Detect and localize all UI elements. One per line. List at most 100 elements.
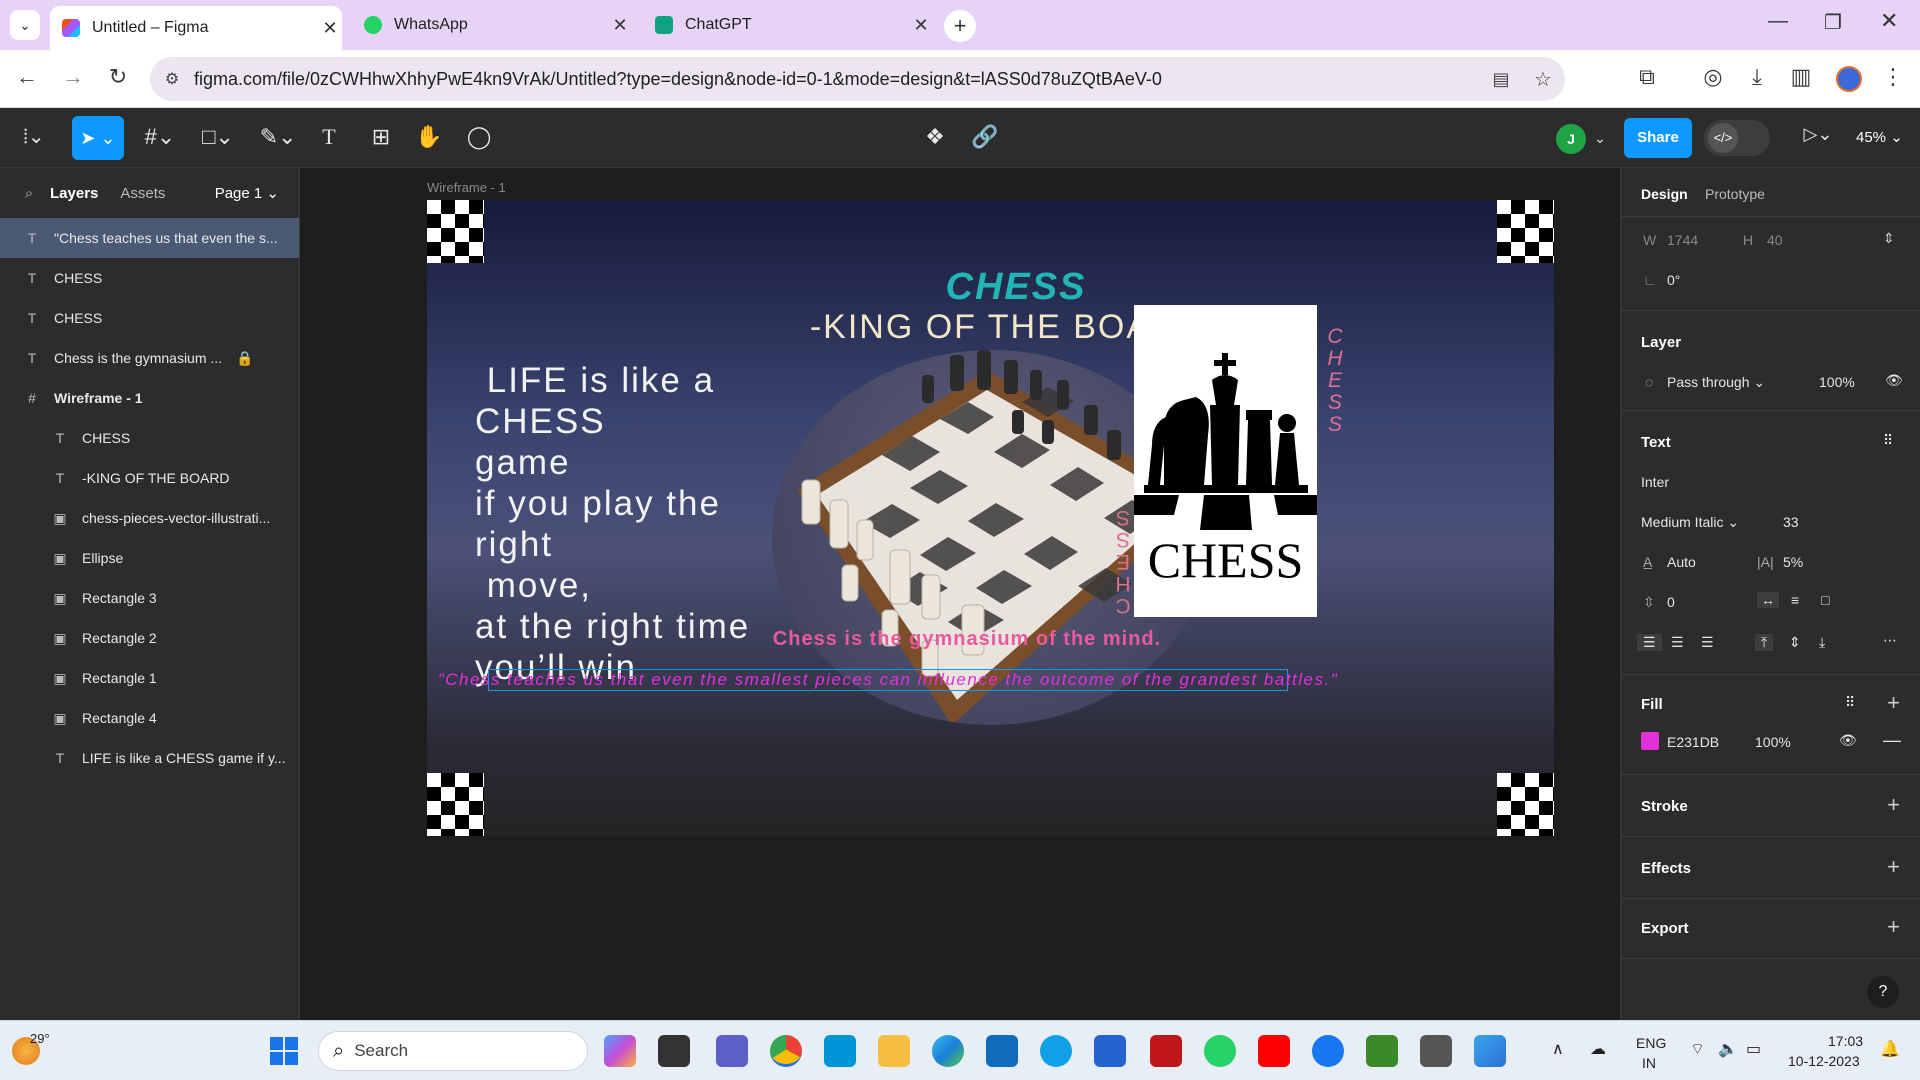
add-fill-icon[interactable]: +	[1887, 690, 1900, 716]
clipboard-icon[interactable]: ▤	[1481, 69, 1521, 90]
file-explorer-app-icon[interactable]	[878, 1035, 910, 1067]
frame-tool-icon[interactable]: #⌄	[140, 124, 180, 150]
auto-width-icon[interactable]: ↔	[1757, 592, 1779, 608]
hand-tool-icon[interactable]: ✋	[414, 124, 444, 150]
link-icon[interactable]: 🔗	[970, 124, 1000, 150]
pen-tool-icon[interactable]: ✎⌄	[258, 124, 298, 150]
component-icon[interactable]: ❖	[920, 124, 950, 150]
resources-tool-icon[interactable]: ⊞	[366, 124, 396, 150]
forward-arrow-icon[interactable]: →	[58, 64, 88, 90]
wifi-icon[interactable]: ⌔	[1690, 1039, 1705, 1059]
close-window-icon[interactable]: ✕	[1880, 8, 1898, 34]
layer-row[interactable]: T -KING OF THE BOARD	[0, 458, 299, 498]
fill-styles-icon[interactable]: ⠿	[1845, 694, 1855, 711]
remove-fill-icon[interactable]: —	[1883, 730, 1901, 751]
checker-square-top-right[interactable]	[1497, 200, 1554, 263]
layer-row[interactable]: T CHESS	[0, 418, 299, 458]
vertical-chess-text-left-rotated[interactable]: CHESS	[1111, 506, 1135, 617]
site-settings-icon[interactable]: ⚙	[150, 69, 194, 89]
dev-mode-toggle[interactable]: </>	[1704, 120, 1770, 156]
layer-row[interactable]: T LIFE is like a CHESS game if y...	[0, 738, 299, 778]
height-field[interactable]: 40	[1767, 232, 1783, 248]
minimize-window-icon[interactable]: —	[1768, 10, 1788, 33]
bookmark-star-icon[interactable]: ☆	[1521, 67, 1565, 92]
youtube-app-icon[interactable]	[1258, 1035, 1290, 1067]
constrain-proportions-icon[interactable]: ⇕	[1883, 230, 1895, 247]
checker-square-top-left[interactable]	[427, 200, 484, 263]
wireframe-frame[interactable]: CHESS -KING OF THE BOARD LIFE is like aC…	[427, 200, 1554, 836]
new-tab-button[interactable]: +	[944, 10, 976, 42]
shape-tool-icon[interactable]: □⌄	[198, 124, 238, 150]
font-size-field[interactable]: 33	[1783, 514, 1799, 530]
tab-design[interactable]: Design	[1641, 186, 1688, 202]
lock-icon[interactable]: 🔒	[236, 350, 253, 367]
browser-menu-icon[interactable]: ⋮	[1878, 64, 1908, 90]
fill-hex-field[interactable]: E231DB	[1667, 734, 1719, 750]
reload-icon[interactable]: ↻	[103, 64, 133, 90]
tab-list-dropdown-button[interactable]: ⌄	[10, 10, 40, 40]
line-height-field[interactable]: Auto	[1667, 554, 1696, 570]
chrome-app-icon[interactable]	[770, 1035, 802, 1067]
tray-overflow-icon[interactable]: ∧	[1552, 1039, 1564, 1059]
align-top-icon[interactable]: ⤒	[1755, 634, 1774, 651]
tab-figma[interactable]: Untitled – Figma ✕	[50, 6, 342, 50]
close-tab-icon[interactable]: ✕	[909, 15, 933, 36]
paragraph-spacing-field[interactable]: 0	[1667, 594, 1675, 610]
battery-icon[interactable]: ▭	[1746, 1039, 1761, 1059]
back-arrow-icon[interactable]: ←	[12, 64, 42, 90]
volume-icon[interactable]: 🔈	[1718, 1039, 1738, 1059]
store-app-icon[interactable]	[986, 1035, 1018, 1067]
layer-row[interactable]: T CHESS	[0, 258, 299, 298]
performance-icon[interactable]: ◎	[1698, 64, 1728, 90]
gymnasium-text[interactable]: Chess is the gymnasium of the mind.	[717, 628, 1217, 651]
add-export-icon[interactable]: +	[1887, 914, 1900, 940]
download-icon[interactable]: ⤓	[1742, 64, 1772, 90]
layer-row[interactable]: ▣ Ellipse	[0, 538, 299, 578]
quote-text-selected[interactable]: "Chess teaches us that even the smallest…	[438, 669, 1337, 691]
layer-row[interactable]: ▣ Rectangle 4	[0, 698, 299, 738]
restore-window-icon[interactable]: ❐	[1824, 10, 1842, 35]
tab-layers[interactable]: Layers	[50, 185, 98, 202]
frame-label[interactable]: Wireframe - 1	[427, 180, 506, 195]
lang-in[interactable]: IN	[1642, 1055, 1656, 1071]
taskbar-search-box[interactable]: ⌕ Search	[318, 1031, 588, 1071]
page-selector[interactable]: Page 1 ⌄	[215, 184, 279, 202]
layer-row[interactable]: T Chess is the gymnasium ... 🔒	[0, 338, 299, 378]
layer-row[interactable]: ▣ Rectangle 1	[0, 658, 299, 698]
close-tab-icon[interactable]: ✕	[318, 18, 342, 39]
rotation-field[interactable]: 0°	[1667, 272, 1680, 288]
figma-main-menu-icon[interactable]: ⦙⌄	[14, 124, 54, 149]
network-tray-icon[interactable]: ☁	[1590, 1039, 1606, 1059]
layer-opacity-field[interactable]: 100%	[1819, 374, 1855, 390]
lang-eng[interactable]: ENG	[1636, 1035, 1666, 1051]
vertical-chess-text-right[interactable]: CHESS	[1323, 326, 1347, 436]
extensions-icon[interactable]: ⧉	[1632, 64, 1662, 90]
skype-app-icon[interactable]	[1040, 1035, 1072, 1067]
search-icon[interactable]: ⌕	[14, 185, 44, 202]
teams-app-icon[interactable]	[716, 1035, 748, 1067]
taskview-app-icon[interactable]	[658, 1035, 690, 1067]
blend-mode-select[interactable]: Pass through ⌄	[1667, 374, 1765, 391]
clock-date[interactable]: 10-12-2023	[1788, 1053, 1860, 1069]
tab-prototype[interactable]: Prototype	[1705, 186, 1765, 202]
add-stroke-icon[interactable]: +	[1887, 792, 1900, 818]
tab-chatgpt[interactable]: ChatGPT ✕	[643, 8, 933, 42]
add-effect-icon[interactable]: +	[1887, 854, 1900, 880]
font-style-select[interactable]: Medium Italic ⌄	[1641, 514, 1739, 531]
align-bottom-icon[interactable]: ⤓	[1819, 634, 1825, 651]
notification-bell-icon[interactable]: 🔔	[1880, 1039, 1900, 1059]
clock-time[interactable]: 17:03	[1828, 1033, 1863, 1049]
layer-row[interactable]: ▣ Rectangle 2	[0, 618, 299, 658]
profile-avatar[interactable]	[1836, 66, 1862, 92]
url-bar[interactable]: ⚙ figma.com/file/0zCWHhwXhhyPwE4kn9VrAk/…	[150, 57, 1565, 101]
fill-visibility-eye-icon[interactable]: 👁	[1839, 732, 1857, 749]
text-tool-icon[interactable]: T	[314, 124, 344, 150]
cc-app-icon[interactable]	[1420, 1035, 1452, 1067]
sidebar-icon[interactable]: ▥	[1786, 64, 1816, 90]
align-right-icon[interactable]: ☰	[1701, 634, 1714, 651]
chess-logo-card[interactable]: CHESS	[1134, 305, 1317, 617]
comment-tool-icon[interactable]: ◯	[464, 124, 494, 150]
layer-row[interactable]: ▣ chess-pieces-vector-illustrati...	[0, 498, 299, 538]
tab-assets[interactable]: Assets	[120, 185, 165, 202]
auto-height-icon[interactable]: ≡	[1791, 592, 1799, 608]
